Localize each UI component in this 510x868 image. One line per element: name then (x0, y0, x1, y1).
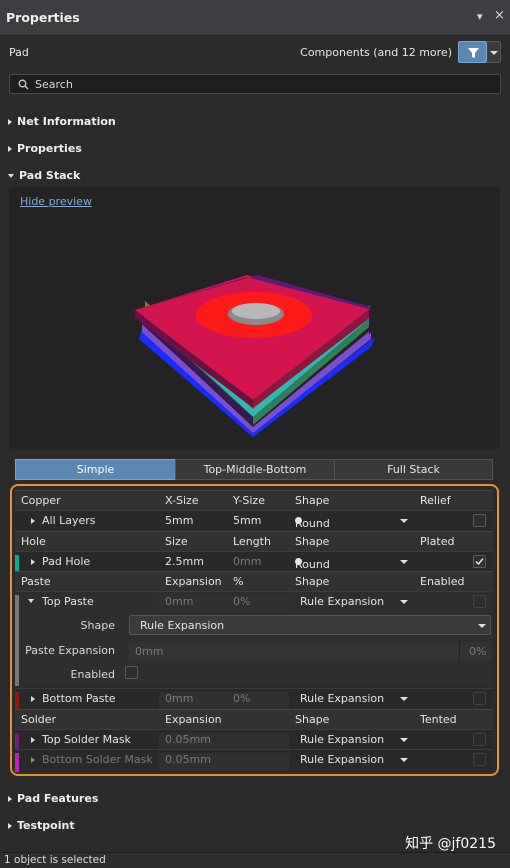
expand-icon (8, 823, 12, 829)
funnel-icon (468, 48, 479, 58)
expand-icon (8, 796, 12, 802)
watermark: 知乎 @jf0215 (405, 836, 496, 852)
section-pad-stack[interactable]: Pad Stack (8, 169, 80, 182)
section-label: Net Information (17, 115, 116, 128)
panel-title: Properties (6, 10, 80, 25)
section-pad-features[interactable]: Pad Features (8, 792, 98, 805)
expand-icon (8, 146, 12, 152)
panel-titlebar: Properties ▾ × (0, 0, 510, 36)
close-icon[interactable]: × (494, 8, 505, 23)
stack-mode-tabs: Simple Top-Middle-Bottom Full Stack (15, 459, 493, 480)
expand-icon (8, 119, 12, 125)
search-box[interactable]: Search (9, 74, 501, 94)
tab-simple[interactable]: Simple (15, 459, 176, 480)
section-properties[interactable]: Properties (8, 142, 82, 155)
filter-dropdown[interactable] (487, 41, 501, 63)
tab-full-stack[interactable]: Full Stack (334, 459, 493, 480)
filter-summary: Components (and 12 more) (300, 46, 452, 59)
section-label: Pad Features (17, 792, 99, 805)
pin-icon[interactable]: ▾ (477, 10, 483, 23)
search-icon (18, 79, 29, 90)
status-text: 1 object is selected (4, 854, 106, 866)
section-net-information[interactable]: Net Information (8, 115, 116, 128)
status-bar: 1 object is selected (0, 852, 510, 868)
section-label: Pad Stack (19, 169, 81, 182)
section-testpoint[interactable]: Testpoint (8, 819, 75, 832)
object-type: Pad (9, 46, 29, 59)
highlight-frame (10, 484, 499, 776)
collapse-icon (8, 174, 14, 178)
section-label: Testpoint (17, 819, 75, 832)
object-row: Pad Components (and 12 more) (0, 36, 510, 68)
pad-stack-preview[interactable]: Hide preview (9, 187, 500, 449)
chevron-down-icon (490, 51, 498, 55)
search-input[interactable]: Search (35, 78, 73, 91)
pad-3d-render (135, 275, 375, 437)
filter-button[interactable] (458, 41, 487, 63)
section-label: Properties (17, 142, 82, 155)
tab-top-middle-bottom[interactable]: Top-Middle-Bottom (175, 459, 335, 480)
